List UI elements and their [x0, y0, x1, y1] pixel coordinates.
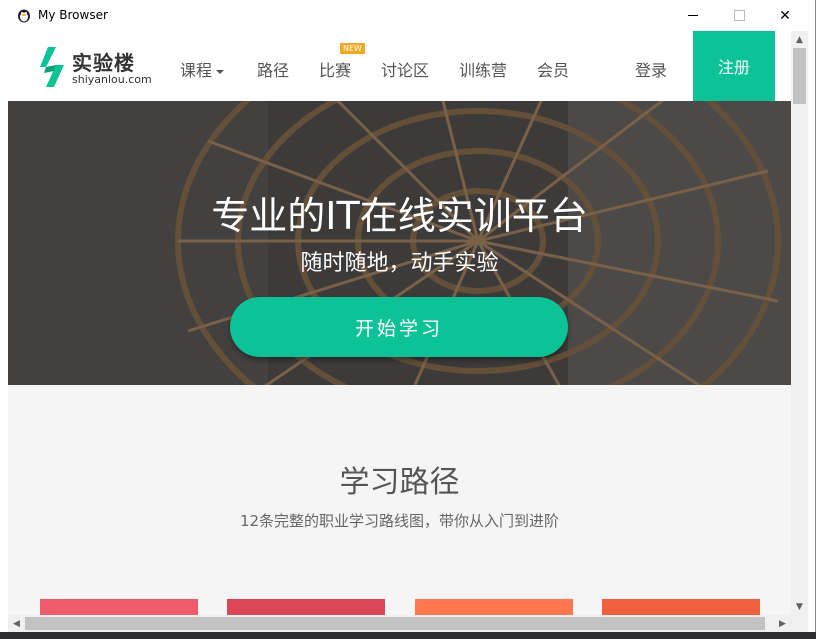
nav-paths-label: 路径 [257, 61, 290, 80]
minimize-button[interactable] [670, 0, 716, 31]
start-learning-label: 开始学习 [354, 317, 443, 340]
scroll-left-icon[interactable]: ◀ [8, 615, 25, 632]
path-card[interactable] [40, 599, 198, 615]
nav-bootcamp[interactable]: 训练营 [459, 57, 507, 81]
page-viewport: 实验楼 shiyanlou.com 课程 路径 比赛 NEW 讨论区 训练营 会… [8, 31, 791, 615]
nav-paths[interactable]: 路径 [257, 57, 289, 81]
horizontal-scroll-thumb[interactable] [25, 617, 765, 630]
hero-banner: 专业的IT在线实训平台 随时随地，动手实验 开始学习 [8, 101, 791, 385]
path-card[interactable] [415, 599, 573, 615]
hero-title: 专业的IT在线实训平台 [211, 194, 588, 238]
nav-contests[interactable]: 比赛 [319, 57, 351, 81]
site-navbar: 实验楼 shiyanlou.com 课程 路径 比赛 NEW 讨论区 训练营 会… [8, 31, 791, 101]
start-learning-button[interactable]: 开始学习 [230, 297, 568, 357]
nav-courses[interactable]: 课程 [180, 57, 225, 81]
path-card[interactable] [227, 599, 385, 615]
logo-domain: shiyanlou.com [72, 73, 152, 86]
hero-subtitle: 随时随地，动手实验 [300, 251, 499, 276]
chevron-down-icon [216, 69, 225, 74]
nav-membership[interactable]: 会员 [537, 57, 569, 81]
browser-window: My Browser ✕ 实验楼 shiyanlou.com 课程 路径 比赛 … [0, 0, 816, 636]
nav-courses-label: 课程 [180, 61, 213, 80]
close-icon: ✕ [779, 7, 791, 24]
vertical-scrollbar[interactable]: ▲ ▼ [791, 31, 808, 615]
desktop-strip [0, 632, 816, 639]
nav-bootcamp-label: 训练营 [459, 61, 508, 80]
path-card[interactable] [602, 599, 760, 615]
horizontal-scrollbar[interactable]: ◀ ▶ [8, 615, 791, 632]
section-subtitle: 12条完整的职业学习路线图，带你从入门到进阶 [239, 512, 560, 530]
login-link[interactable]: 登录 [635, 57, 667, 81]
section-title: 学习路径 [339, 465, 460, 500]
vertical-scroll-thumb[interactable] [793, 48, 806, 104]
title-bar: My Browser ✕ [0, 0, 815, 31]
nav-membership-label: 会员 [537, 61, 570, 80]
scroll-up-icon[interactable]: ▲ [791, 31, 808, 48]
maximize-button[interactable] [716, 0, 762, 31]
nav-forum[interactable]: 讨论区 [381, 57, 429, 81]
penguin-icon [18, 9, 30, 23]
scroll-down-icon[interactable]: ▼ [791, 598, 808, 615]
scroll-right-icon[interactable]: ▶ [774, 615, 791, 632]
nav-forum-label: 讨论区 [381, 61, 430, 80]
scrollbar-corner [791, 615, 808, 632]
new-badge: NEW [340, 43, 365, 54]
nav-contests-label: 比赛 [319, 61, 352, 80]
logo-text: 实验楼 [72, 51, 135, 75]
maximize-icon [733, 10, 745, 21]
minimize-icon [688, 15, 698, 16]
site-logo[interactable]: 实验楼 shiyanlou.com [38, 45, 158, 89]
register-button[interactable]: 注册 [693, 31, 775, 101]
register-label: 注册 [717, 58, 750, 77]
logo-mark-icon [40, 47, 64, 87]
window-title: My Browser [38, 8, 108, 22]
close-button[interactable]: ✕ [762, 0, 808, 31]
